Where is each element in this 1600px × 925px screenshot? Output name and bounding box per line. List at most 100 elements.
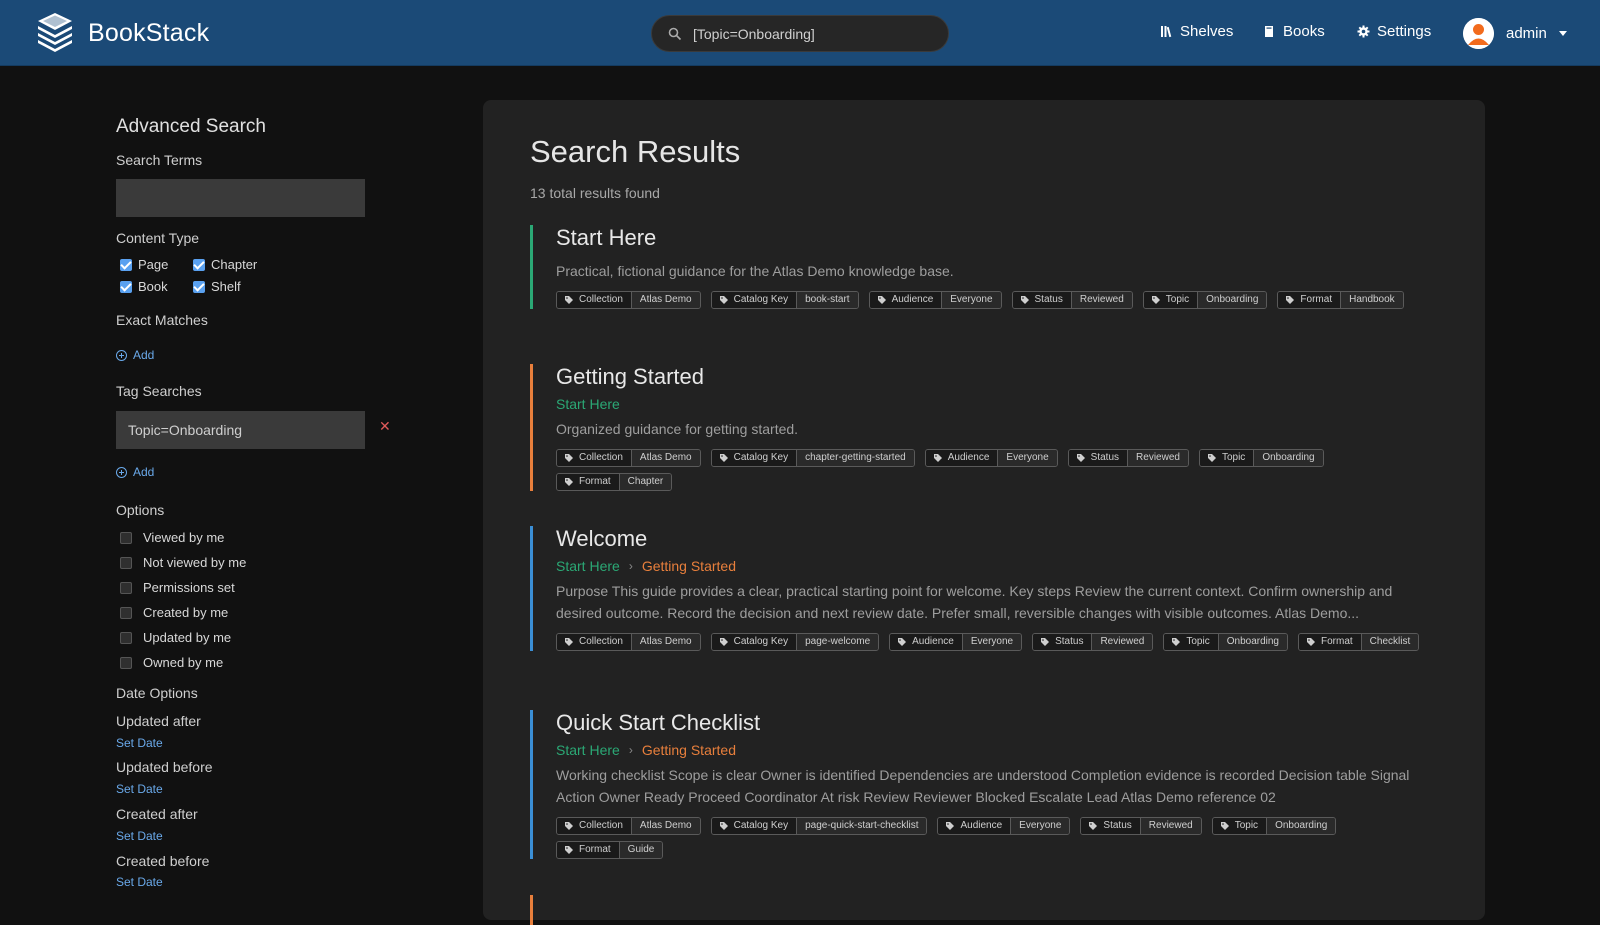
content-type-chapter[interactable]: Chapter bbox=[193, 257, 257, 272]
created-before-set-date-button[interactable]: Set Date bbox=[116, 875, 163, 889]
tag[interactable]: Audience Everyone bbox=[889, 633, 1023, 651]
checkbox[interactable] bbox=[120, 656, 132, 669]
tag-search-input[interactable] bbox=[116, 411, 365, 449]
tag-name: Topic bbox=[1186, 636, 1210, 647]
tag[interactable]: Format Checklist bbox=[1298, 633, 1420, 651]
user-menu[interactable]: admin bbox=[1463, 18, 1567, 49]
tag[interactable]: Topic Onboarding bbox=[1211, 817, 1337, 835]
result-item-chapter[interactable]: Getting Started Start Here Organized gui… bbox=[530, 364, 1440, 491]
option-updated-by-me[interactable]: Updated by me bbox=[120, 630, 231, 645]
checkbox[interactable] bbox=[120, 556, 132, 569]
content-type-shelf[interactable]: Shelf bbox=[193, 279, 241, 294]
option-owned-by-me[interactable]: Owned by me bbox=[120, 655, 223, 670]
result-item-page[interactable]: Quick Start Checklist Start Here › Getti… bbox=[530, 710, 1440, 859]
result-title[interactable]: Quick Start Checklist bbox=[556, 710, 1440, 736]
breadcrumb-chapter-link[interactable]: Getting Started bbox=[642, 742, 736, 758]
app-logo[interactable]: BookStack bbox=[34, 13, 209, 53]
tag-value: Onboarding bbox=[1266, 818, 1336, 834]
checkbox[interactable] bbox=[120, 280, 132, 293]
checkbox[interactable] bbox=[193, 258, 205, 271]
global-search[interactable] bbox=[651, 15, 949, 52]
tag[interactable]: Audience Everyone bbox=[924, 449, 1058, 467]
tag[interactable]: Collection Atlas Demo bbox=[556, 291, 701, 309]
tag[interactable]: Catalog Key chapter-getting-started bbox=[710, 449, 915, 467]
tag-icon bbox=[1207, 454, 1216, 462]
tag-name: Format bbox=[1321, 636, 1353, 647]
tag[interactable]: Status Reviewed bbox=[1080, 817, 1202, 835]
result-item-page[interactable]: Welcome Start Here › Getting Started Pur… bbox=[530, 526, 1440, 651]
tag-name: Audience bbox=[912, 636, 954, 647]
updated-after-set-date-button[interactable]: Set Date bbox=[116, 736, 163, 750]
tag[interactable]: Collection Atlas Demo bbox=[556, 817, 701, 835]
tag[interactable]: Catalog Key page-quick-start-checklist bbox=[710, 817, 928, 835]
nav-shelves[interactable]: Shelves bbox=[1160, 23, 1233, 40]
search-terms-input[interactable] bbox=[116, 179, 365, 217]
tag-name: Collection bbox=[579, 636, 623, 647]
tag[interactable]: Topic Onboarding bbox=[1163, 633, 1288, 651]
tag[interactable]: Collection Atlas Demo bbox=[556, 449, 701, 467]
nav-settings[interactable]: Settings bbox=[1357, 23, 1431, 40]
checkbox-label: Viewed by me bbox=[143, 530, 225, 545]
breadcrumb-book-link[interactable]: Start Here bbox=[556, 558, 620, 574]
tag[interactable]: Catalog Key page-welcome bbox=[710, 633, 880, 651]
checkbox-label: Page bbox=[138, 257, 169, 272]
result-title[interactable]: Welcome bbox=[556, 526, 1440, 552]
updated-before-set-date-button[interactable]: Set Date bbox=[116, 782, 163, 796]
tag[interactable]: Format Guide bbox=[556, 841, 664, 859]
tag[interactable]: Format Handbook bbox=[1277, 291, 1404, 309]
avatar bbox=[1463, 18, 1494, 49]
result-title[interactable]: Getting Started bbox=[556, 364, 1440, 390]
tag[interactable]: Topic Onboarding bbox=[1198, 449, 1324, 467]
tag-value: Everyone bbox=[941, 292, 1001, 308]
chevron-right-icon: › bbox=[628, 559, 633, 573]
entity-color-bar bbox=[530, 225, 533, 309]
checkbox-label: Updated by me bbox=[143, 630, 232, 645]
add-exact-match-button[interactable]: Add bbox=[116, 348, 154, 362]
tag-value: page-quick-start-checklist bbox=[796, 818, 927, 834]
breadcrumb-book-link[interactable]: Start Here bbox=[556, 742, 620, 758]
tag[interactable]: Status Reviewed bbox=[1032, 633, 1154, 651]
nav-books[interactable]: Books bbox=[1263, 23, 1325, 40]
breadcrumb-chapter-link[interactable]: Getting Started bbox=[642, 558, 736, 574]
content-type-page[interactable]: Page bbox=[120, 257, 168, 272]
tag[interactable]: Audience Everyone bbox=[937, 817, 1071, 835]
book-icon bbox=[1265, 26, 1273, 37]
tag[interactable]: Audience Everyone bbox=[868, 291, 1002, 309]
bookstack-logo-icon bbox=[38, 13, 72, 52]
tag-icon bbox=[1220, 822, 1229, 830]
option-not-viewed-by-me[interactable]: Not viewed by me bbox=[120, 555, 246, 570]
checkbox[interactable] bbox=[120, 581, 132, 594]
tag-name: Collection bbox=[579, 820, 623, 831]
tag-value: Reviewed bbox=[1070, 292, 1132, 308]
content-type-label: Content Type bbox=[116, 230, 200, 246]
tag[interactable]: Catalog Key book-start bbox=[710, 291, 859, 309]
tag[interactable]: Collection Atlas Demo bbox=[556, 633, 701, 651]
content-type-book[interactable]: Book bbox=[120, 279, 168, 294]
top-bar: BookStack Shelves Books bbox=[0, 0, 1600, 66]
search-input[interactable] bbox=[693, 25, 913, 42]
checkbox[interactable] bbox=[120, 258, 132, 271]
tag[interactable]: Format Chapter bbox=[556, 473, 673, 491]
tag[interactable]: Status Reviewed bbox=[1067, 449, 1189, 467]
result-description: Purpose This guide provides a clear, pra… bbox=[556, 583, 1393, 621]
checkbox[interactable] bbox=[120, 606, 132, 619]
remove-tag-search-button[interactable]: ✕ bbox=[379, 418, 391, 435]
checkbox[interactable] bbox=[193, 280, 205, 293]
result-description: Practical, fictional guidance for the At… bbox=[556, 263, 954, 279]
checkbox[interactable] bbox=[120, 531, 132, 544]
result-title[interactable]: Start Here bbox=[556, 225, 1440, 251]
created-after-set-date-button[interactable]: Set Date bbox=[116, 829, 163, 843]
tag[interactable]: Status Reviewed bbox=[1011, 291, 1133, 309]
result-item-book[interactable]: Start Here Practical, fictional guidance… bbox=[530, 225, 1440, 309]
option-viewed-by-me[interactable]: Viewed by me bbox=[120, 530, 224, 545]
option-created-by-me[interactable]: Created by me bbox=[120, 605, 228, 620]
tag[interactable]: Topic Onboarding bbox=[1142, 291, 1268, 309]
tag-name: Audience bbox=[947, 452, 990, 463]
checkbox[interactable] bbox=[120, 631, 132, 644]
tag-name: Collection bbox=[579, 452, 623, 463]
option-permissions-set[interactable]: Permissions set bbox=[120, 580, 235, 595]
tag-icon bbox=[565, 638, 573, 646]
add-tag-search-button[interactable]: Add bbox=[116, 465, 154, 479]
shelves-icon bbox=[1161, 26, 1172, 38]
breadcrumb-book-link[interactable]: Start Here bbox=[556, 396, 620, 412]
